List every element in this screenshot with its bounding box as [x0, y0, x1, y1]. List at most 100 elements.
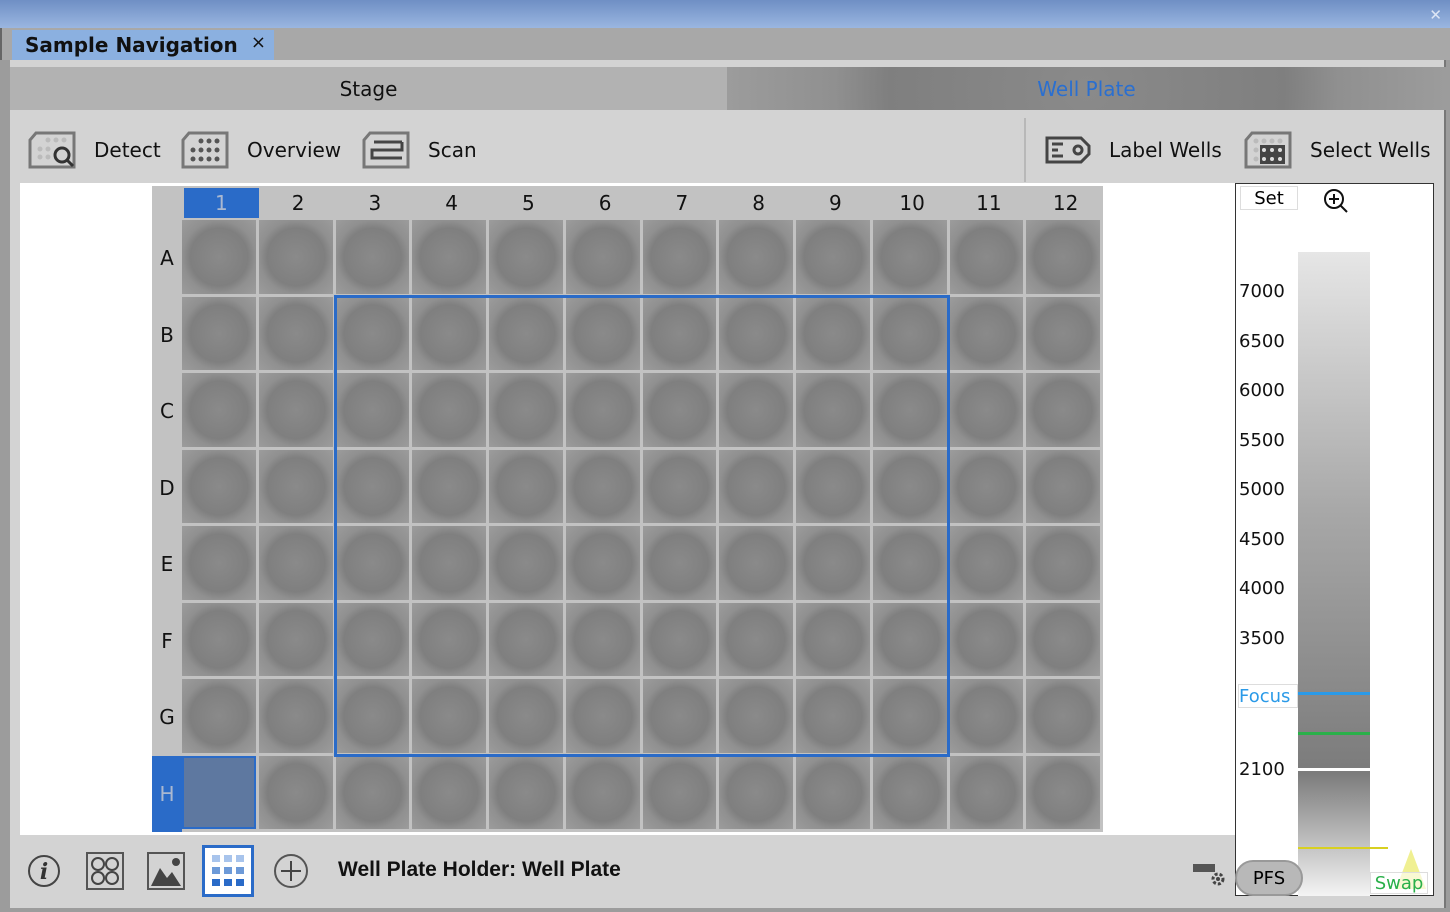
well-B8[interactable] — [719, 296, 793, 370]
well-C10[interactable] — [872, 373, 947, 447]
well-H5[interactable] — [489, 755, 563, 829]
well-E2[interactable] — [258, 526, 333, 600]
well-C4[interactable] — [412, 373, 486, 447]
well-H10[interactable] — [872, 755, 947, 829]
well-G2[interactable] — [258, 679, 333, 753]
well-H3[interactable] — [335, 755, 410, 829]
well-F7[interactable] — [642, 602, 717, 676]
well-C11[interactable] — [949, 373, 1024, 447]
well-D11[interactable] — [949, 449, 1024, 523]
column-header-7[interactable]: 7 — [645, 186, 720, 220]
well-F12[interactable] — [1026, 602, 1100, 676]
well-E4[interactable] — [412, 526, 486, 600]
well-F3[interactable] — [335, 602, 410, 676]
well-C7[interactable] — [642, 373, 717, 447]
well-A4[interactable] — [412, 220, 486, 294]
column-header-2[interactable]: 2 — [261, 186, 336, 220]
well-B6[interactable] — [565, 296, 640, 370]
well-H6[interactable] — [565, 755, 640, 829]
segment-well-plate[interactable]: Well Plate — [727, 67, 1446, 110]
well-B3[interactable] — [335, 296, 410, 370]
well-H2[interactable] — [258, 755, 333, 829]
well-G4[interactable] — [412, 679, 486, 753]
well-C9[interactable] — [796, 373, 870, 447]
well-D9[interactable] — [796, 449, 870, 523]
overview-button[interactable]: Overview — [181, 130, 341, 170]
well-B10[interactable] — [872, 296, 947, 370]
column-header-12[interactable]: 12 — [1028, 186, 1103, 220]
column-header-1[interactable]: 1 — [184, 188, 259, 218]
column-header-11[interactable]: 11 — [952, 186, 1027, 220]
scan-button[interactable]: Scan — [362, 130, 477, 170]
well-H11[interactable] — [949, 755, 1024, 829]
well-C3[interactable] — [335, 373, 410, 447]
label-wells-button[interactable]: Label Wells — [1043, 130, 1222, 170]
column-header-9[interactable]: 9 — [798, 186, 873, 220]
well-H1[interactable] — [182, 755, 256, 829]
column-header-3[interactable]: 3 — [338, 186, 413, 220]
well-G7[interactable] — [642, 679, 717, 753]
well-F8[interactable] — [719, 602, 793, 676]
well-C6[interactable] — [565, 373, 640, 447]
well-G12[interactable] — [1026, 679, 1100, 753]
column-header-8[interactable]: 8 — [721, 186, 796, 220]
well-H12[interactable] — [1026, 755, 1100, 829]
segment-stage[interactable]: Stage — [10, 67, 727, 110]
well-F2[interactable] — [258, 602, 333, 676]
row-header-A[interactable]: A — [152, 220, 182, 297]
well-F6[interactable] — [565, 602, 640, 676]
z-scale-bar[interactable] — [1298, 252, 1370, 896]
well-G9[interactable] — [796, 679, 870, 753]
well-F5[interactable] — [489, 602, 563, 676]
well-G11[interactable] — [949, 679, 1024, 753]
well-A7[interactable] — [642, 220, 717, 294]
well-H4[interactable] — [412, 755, 486, 829]
well-G5[interactable] — [489, 679, 563, 753]
window-close-icon[interactable]: ✕ — [1429, 6, 1442, 24]
well-B12[interactable] — [1026, 296, 1100, 370]
well-D5[interactable] — [489, 449, 563, 523]
well-E8[interactable] — [719, 526, 793, 600]
pfs-button[interactable]: PFS — [1235, 860, 1303, 896]
well-G10[interactable] — [872, 679, 947, 753]
well-D12[interactable] — [1026, 449, 1100, 523]
well-B2[interactable] — [258, 296, 333, 370]
row-header-C[interactable]: C — [152, 373, 182, 450]
display-settings-icon[interactable] — [1193, 862, 1227, 888]
well-A11[interactable] — [949, 220, 1024, 294]
well-B11[interactable] — [949, 296, 1024, 370]
select-wells-button[interactable]: Select Wells — [1244, 130, 1431, 170]
well-C2[interactable] — [258, 373, 333, 447]
well-D4[interactable] — [412, 449, 486, 523]
well-E5[interactable] — [489, 526, 563, 600]
wells-view-icon[interactable] — [86, 852, 124, 890]
well-E3[interactable] — [335, 526, 410, 600]
well-B4[interactable] — [412, 296, 486, 370]
zoom-in-icon[interactable] — [1322, 187, 1350, 215]
well-D2[interactable] — [258, 449, 333, 523]
well-F9[interactable] — [796, 602, 870, 676]
well-C1[interactable] — [182, 373, 256, 447]
well-G6[interactable] — [565, 679, 640, 753]
well-A1[interactable] — [182, 220, 256, 294]
well-A12[interactable] — [1026, 220, 1100, 294]
well-B1[interactable] — [182, 296, 256, 370]
well-E11[interactable] — [949, 526, 1024, 600]
well-D3[interactable] — [335, 449, 410, 523]
swap-button[interactable]: Swap — [1370, 872, 1428, 894]
well-E9[interactable] — [796, 526, 870, 600]
well-D1[interactable] — [182, 449, 256, 523]
well-F1[interactable] — [182, 602, 256, 676]
well-A9[interactable] — [796, 220, 870, 294]
well-C12[interactable] — [1026, 373, 1100, 447]
image-icon[interactable] — [147, 852, 185, 890]
well-E10[interactable] — [872, 526, 947, 600]
well-plate-grid[interactable]: 1 2 3 4 5 6 7 8 9 10 11 12 A B C D E F G H — [152, 186, 1103, 832]
column-header-6[interactable]: 6 — [568, 186, 643, 220]
well-A3[interactable] — [335, 220, 410, 294]
set-button[interactable]: Set — [1240, 186, 1298, 210]
row-header-D[interactable]: D — [152, 450, 182, 527]
well-A5[interactable] — [489, 220, 563, 294]
well-B9[interactable] — [796, 296, 870, 370]
well-G3[interactable] — [335, 679, 410, 753]
